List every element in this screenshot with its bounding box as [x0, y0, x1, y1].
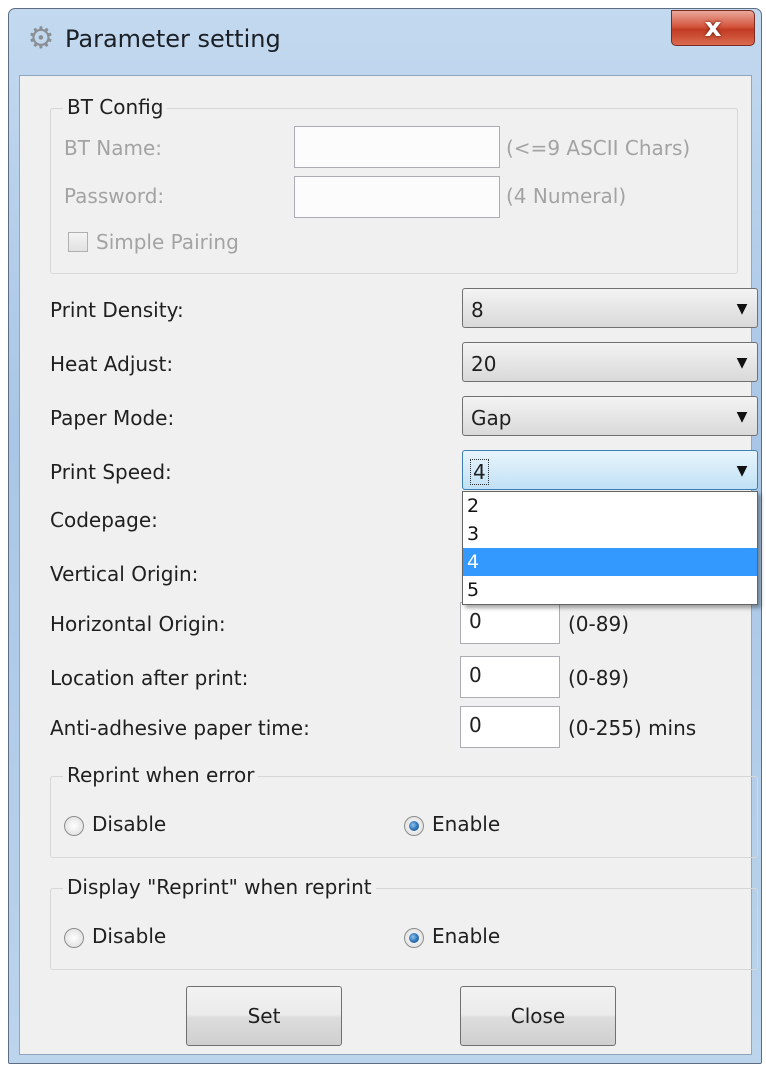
dialog-client-area: BT Config BT Name: (<=9 ASCII Chars) Pas…	[19, 75, 758, 1055]
chevron-down-icon: ▼	[736, 409, 748, 425]
display-reprint-label: Display "Reprint" when reprint	[63, 875, 376, 899]
print-density-select[interactable]: 8 ▼	[462, 288, 758, 328]
display-reprint-disable-label: Disable	[92, 924, 167, 948]
print-speed-dropdown-list: 2 3 4 5	[462, 491, 758, 605]
display-reprint-enable-radio[interactable]	[404, 928, 424, 948]
dropdown-option[interactable]: 2	[463, 492, 757, 520]
heat-adjust-select[interactable]: 20 ▼	[462, 342, 758, 382]
anti-adhesive-label: Anti-adhesive paper time:	[50, 716, 310, 740]
password-hint: (4 Numeral)	[506, 184, 627, 208]
paper-mode-label: Paper Mode:	[50, 406, 175, 430]
close-icon: x	[704, 13, 722, 43]
display-reprint-enable-label: Enable	[432, 924, 501, 948]
bt-name-hint: (<=9 ASCII Chars)	[506, 136, 691, 160]
horizontal-origin-label: Horizontal Origin:	[50, 612, 226, 636]
location-after-print-label: Location after print:	[50, 666, 249, 690]
paper-mode-value: Gap	[471, 406, 512, 430]
print-speed-value: 4	[470, 459, 489, 485]
anti-adhesive-input[interactable]: 0	[460, 706, 560, 748]
title-bar[interactable]: ⚙ Parameter setting x	[9, 9, 761, 73]
reprint-when-error-label: Reprint when error	[63, 763, 259, 787]
bt-name-input[interactable]	[294, 126, 500, 168]
vertical-origin-label: Vertical Origin:	[50, 562, 199, 586]
close-button[interactable]: Close	[460, 986, 616, 1046]
reprint-error-enable-label: Enable	[432, 812, 501, 836]
reprint-error-disable-label: Disable	[92, 812, 167, 836]
print-speed-label: Print Speed:	[50, 460, 172, 484]
print-density-label: Print Density:	[50, 298, 184, 322]
chevron-down-icon: ▼	[736, 355, 748, 371]
set-button[interactable]: Set	[186, 986, 342, 1046]
gear-icon: ⚙	[27, 21, 55, 56]
chevron-down-icon: ▼	[736, 463, 748, 479]
simple-pairing-checkbox[interactable]	[68, 232, 88, 252]
codepage-label: Codepage:	[50, 508, 158, 532]
reprint-error-disable-radio[interactable]	[64, 816, 84, 836]
horizontal-origin-input[interactable]: 0	[460, 602, 560, 644]
dropdown-option-selected[interactable]: 4	[463, 548, 757, 576]
window-title: Parameter setting	[65, 25, 281, 53]
heat-adjust-label: Heat Adjust:	[50, 352, 174, 376]
chevron-down-icon: ▼	[736, 301, 748, 317]
display-reprint-disable-radio[interactable]	[64, 928, 84, 948]
dropdown-option[interactable]: 3	[463, 520, 757, 548]
location-after-print-hint: (0-89)	[568, 666, 629, 690]
password-label: Password:	[64, 184, 165, 208]
horizontal-origin-hint: (0-89)	[568, 612, 629, 636]
print-density-value: 8	[471, 298, 484, 322]
reprint-error-enable-radio[interactable]	[404, 816, 424, 836]
heat-adjust-value: 20	[471, 352, 497, 376]
paper-mode-select[interactable]: Gap ▼	[462, 396, 758, 436]
anti-adhesive-hint: (0-255) mins	[568, 716, 697, 740]
bt-name-label: BT Name:	[64, 136, 163, 160]
print-speed-select[interactable]: 4 ▼	[462, 450, 758, 490]
password-input[interactable]	[294, 176, 500, 218]
simple-pairing-label: Simple Pairing	[96, 230, 239, 254]
parameter-setting-window: ⚙ Parameter setting x BT Config BT Name:…	[8, 8, 762, 1064]
location-after-print-input[interactable]: 0	[460, 656, 560, 698]
window-close-button[interactable]: x	[671, 10, 755, 46]
bt-config-group-label: BT Config	[63, 95, 168, 119]
dropdown-option[interactable]: 5	[463, 576, 757, 604]
